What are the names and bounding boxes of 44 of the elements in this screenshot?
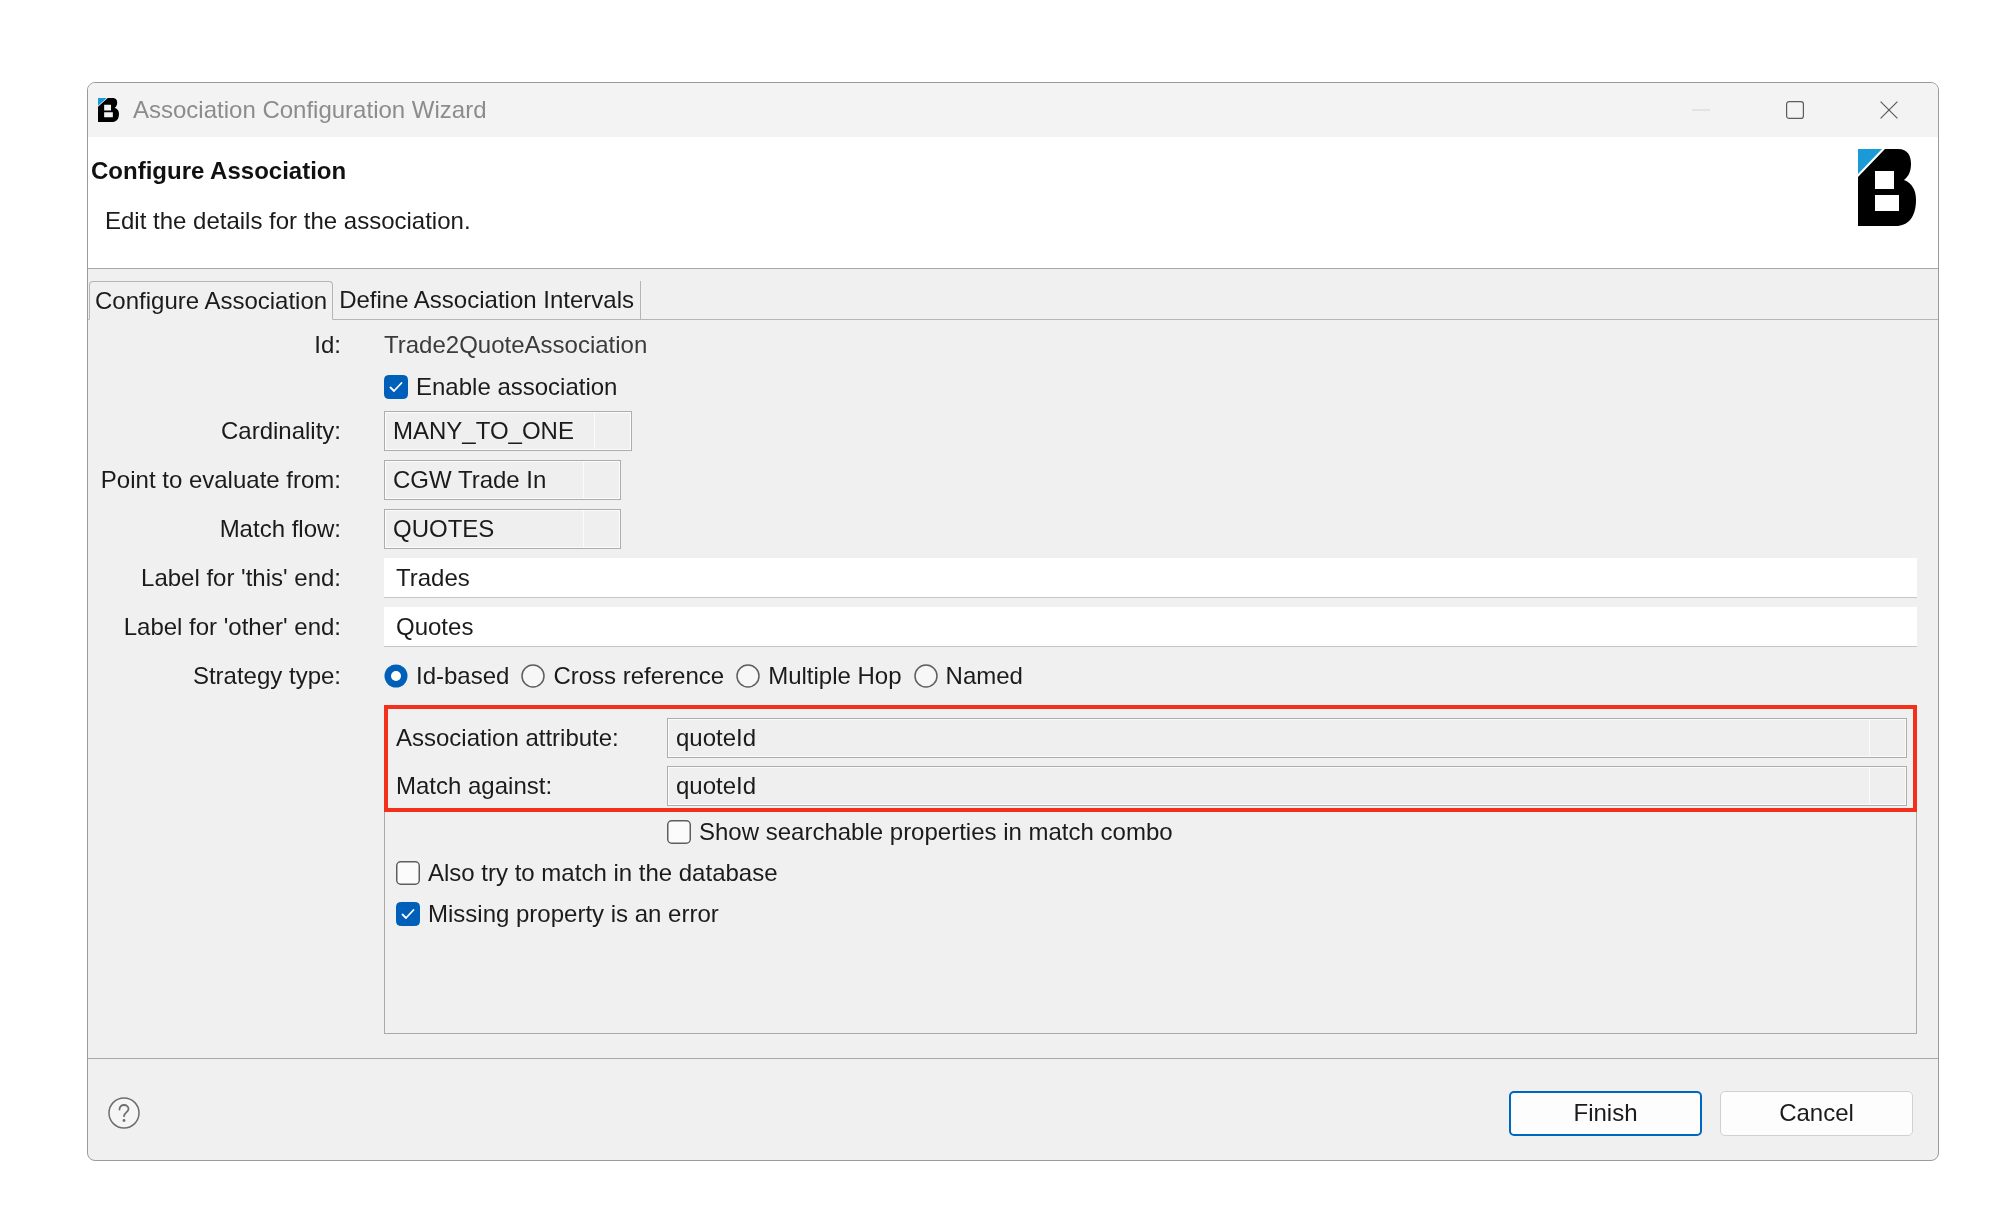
checkbox[interactable] bbox=[396, 861, 420, 885]
checkbox-label: Enable association bbox=[416, 373, 618, 401]
field-label: Association attribute: bbox=[396, 724, 620, 752]
field-label: Point to evaluate from: bbox=[100, 466, 341, 493]
field-label: Strategy type: bbox=[192, 662, 341, 689]
checkbox[interactable] bbox=[396, 902, 420, 926]
dialog-button[interactable]: Cancel bbox=[1720, 1090, 1913, 1136]
field-label: Match flow: bbox=[219, 515, 341, 542]
window-title: Association Configuration Wizard bbox=[133, 96, 487, 124]
maximize-icon[interactable] bbox=[1786, 101, 1804, 119]
radio-label: Id-based bbox=[416, 662, 510, 690]
field-label: Label for 'this' end: bbox=[141, 564, 341, 591]
logo-icon bbox=[1858, 149, 1916, 226]
checkbox[interactable] bbox=[384, 375, 408, 399]
radio-button[interactable] bbox=[384, 664, 408, 688]
dropdown[interactable]: QUOTES bbox=[384, 509, 621, 549]
radio-button[interactable] bbox=[521, 664, 546, 688]
page-title: Configure Association bbox=[91, 157, 347, 185]
dropdown[interactable]: MANY_TO_ONE bbox=[384, 411, 632, 451]
field-label: Label for 'other' end: bbox=[123, 613, 341, 640]
radio-label: Named bbox=[945, 662, 1023, 690]
app-logo-icon bbox=[98, 98, 119, 122]
dropdown[interactable]: quoteId bbox=[667, 766, 1907, 806]
radio-label: Cross reference bbox=[553, 662, 725, 690]
dropdown[interactable]: CGW Trade In bbox=[384, 460, 621, 500]
id-value: Trade2QuoteAssociation bbox=[384, 330, 648, 360]
text-field[interactable]: Quotes bbox=[384, 607, 1917, 647]
radio-button[interactable] bbox=[736, 664, 761, 688]
field-label: Cardinality: bbox=[220, 417, 341, 444]
field-label: Match against: bbox=[396, 772, 554, 800]
dropdown[interactable]: quoteId bbox=[667, 718, 1907, 758]
radio-button[interactable] bbox=[913, 664, 938, 688]
text-field[interactable]: Trades bbox=[384, 558, 1917, 598]
checkbox-label: Missing property is an error bbox=[428, 900, 719, 928]
checkbox[interactable] bbox=[667, 820, 691, 844]
help-icon[interactable] bbox=[108, 1097, 140, 1129]
field-label: Id: bbox=[314, 331, 341, 358]
close-icon[interactable] bbox=[1880, 101, 1898, 119]
checkbox-label: Show searchable properties in match combo bbox=[699, 818, 1173, 846]
checkbox-label: Also try to match in the database bbox=[428, 859, 778, 887]
dialog-button[interactable]: Finish bbox=[1509, 1090, 1702, 1136]
tab[interactable]: Configure Association bbox=[89, 281, 334, 320]
radio-label: Multiple Hop bbox=[768, 662, 902, 690]
page-description: Edit the details for the association. bbox=[105, 207, 471, 235]
